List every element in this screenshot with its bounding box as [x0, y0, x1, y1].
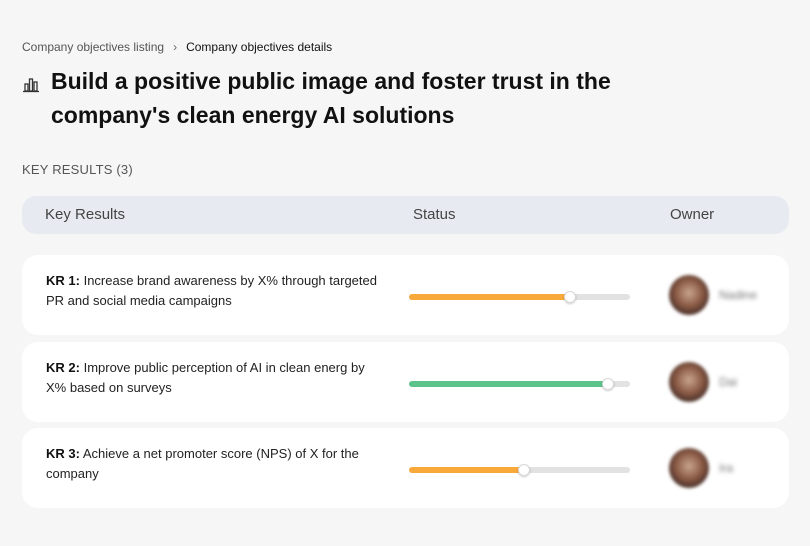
avatar	[669, 448, 709, 488]
key-result-row[interactable]: KR 1: Increase brand awareness by X% thr…	[22, 255, 789, 335]
key-result-id: KR 1:	[46, 273, 80, 288]
objective-header: Build a positive public image and foster…	[22, 64, 691, 132]
progress-fill	[409, 294, 571, 300]
status-progress-bar	[409, 378, 630, 390]
column-header-owner: Owner	[670, 206, 715, 223]
status-progress-bar	[409, 291, 630, 303]
key-result-row[interactable]: KR 2: Improve public perception of AI in…	[22, 342, 789, 422]
page-title: Build a positive public image and foster…	[51, 68, 611, 128]
key-results-count-label: KEY RESULTS (3)	[22, 162, 133, 177]
owner-name: Dai	[719, 375, 738, 389]
table-header: Key Results Status Owner	[22, 196, 789, 234]
owner[interactable]: Dai	[669, 362, 737, 402]
key-result-text: Achieve a net promoter score (NPS) of X …	[46, 446, 359, 481]
key-result-description: KR 3: Achieve a net promoter score (NPS)…	[46, 444, 386, 484]
key-result-description: KR 1: Increase brand awareness by X% thr…	[46, 271, 386, 311]
progress-fill	[409, 467, 524, 473]
breadcrumb-current: Company objectives details	[186, 40, 333, 54]
owner-name: Nadine	[719, 288, 758, 302]
chevron-right-icon: ›	[173, 40, 178, 54]
breadcrumb-parent-link[interactable]: Company objectives listing	[22, 40, 164, 54]
owner[interactable]: Nadine	[669, 275, 757, 315]
chart-bar-icon	[23, 78, 39, 93]
key-result-description: KR 2: Improve public perception of AI in…	[46, 358, 386, 398]
avatar	[669, 362, 709, 402]
column-header-status: Status	[413, 206, 456, 223]
owner[interactable]: Ira	[669, 448, 733, 488]
progress-handle[interactable]	[517, 464, 530, 476]
progress-handle[interactable]	[601, 378, 614, 390]
avatar	[669, 275, 709, 315]
key-result-id: KR 3:	[46, 446, 80, 461]
key-result-row[interactable]: KR 3: Achieve a net promoter score (NPS)…	[22, 428, 789, 508]
status-progress-bar	[409, 464, 630, 476]
breadcrumb: Company objectives listing › Company obj…	[22, 40, 332, 54]
key-result-id: KR 2:	[46, 360, 80, 375]
key-result-text: Increase brand awareness by X% through t…	[46, 273, 377, 308]
key-result-text: Improve public perception of AI in clean…	[46, 360, 365, 395]
column-header-key-results: Key Results	[45, 206, 126, 223]
progress-fill	[409, 381, 608, 387]
owner-name: Ira	[719, 461, 734, 475]
progress-handle[interactable]	[564, 291, 577, 303]
